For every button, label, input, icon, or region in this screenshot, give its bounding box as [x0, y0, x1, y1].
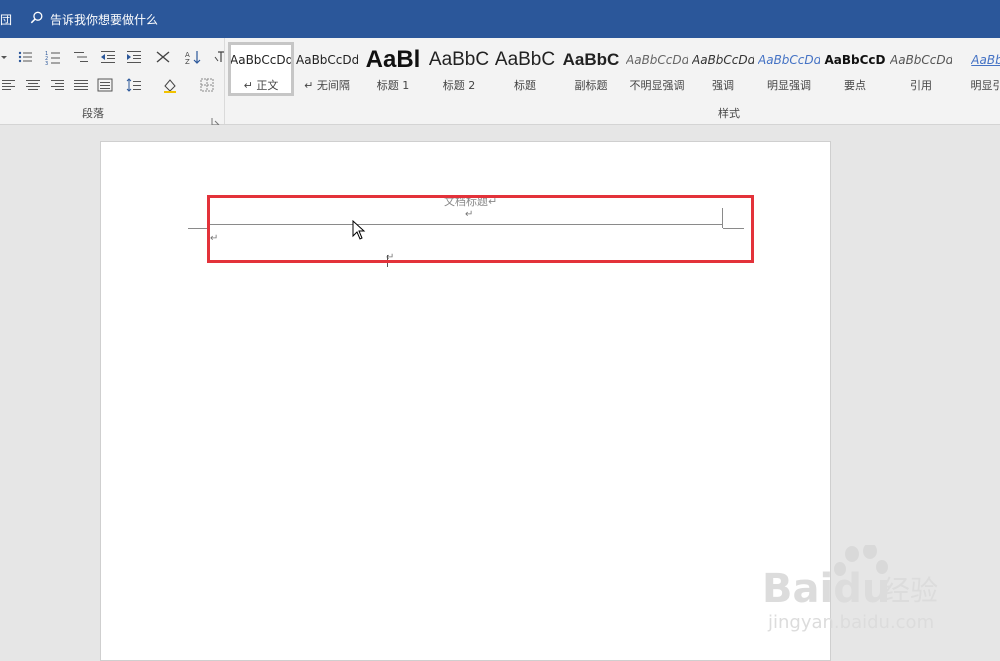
highlight-box	[207, 195, 754, 263]
baidu-watermark: Baidu 经验 jingyan.baidu.com	[760, 545, 960, 640]
style-sample: AaBbCcDd	[692, 45, 754, 75]
style-tile[interactable]: AaBl 标题 1	[360, 42, 426, 96]
ribbon: 123 AZ 段落 AaBbCcDd ↵ 正文 AaBbCcDd ↵ 无间隔 AaBl 标…	[0, 38, 1000, 125]
style-sample: AaBbC	[563, 45, 620, 75]
style-sample: AaBbCcD	[824, 45, 885, 75]
align-center-button[interactable]	[24, 75, 42, 95]
style-sample: AaBbC	[429, 45, 489, 75]
style-tile[interactable]: AaBbCcDd ↵ 正文	[228, 42, 294, 96]
style-sample: AaBbCcDd	[758, 45, 820, 75]
tab-fragment[interactable]: 団	[0, 11, 12, 28]
watermark-url: jingyan.baidu.com	[767, 612, 934, 633]
numbering-button[interactable]: 123	[42, 47, 64, 67]
style-name: 要点	[844, 77, 866, 93]
align-left-button[interactable]	[0, 75, 18, 95]
mouse-pointer-icon	[352, 220, 366, 240]
style-tile[interactable]: AaBbCcDd 引用	[888, 42, 954, 96]
style-sample: AaBb	[971, 45, 1000, 75]
baidu-paw-logo: Baidu 经验 jingyan.baidu.com	[760, 545, 960, 640]
style-name: 引用	[910, 77, 932, 93]
borders-button[interactable]	[192, 75, 222, 95]
style-sample: AaBbC	[495, 45, 555, 75]
paragraph-group: 123 AZ 段落	[0, 38, 225, 124]
style-name: 明显强调	[767, 77, 811, 93]
style-name: 副标题	[575, 77, 608, 93]
tell-me-search[interactable]: 告诉我你想要做什么	[30, 11, 158, 28]
chinese-layout-button[interactable]	[150, 47, 176, 67]
style-name: 标题	[514, 77, 536, 93]
multilevel-list-button[interactable]	[70, 47, 92, 67]
paragraph-group-label: 段落	[82, 105, 104, 121]
sort-button[interactable]: AZ	[182, 47, 204, 67]
style-tile[interactable]: AaBb 明显引	[954, 42, 1000, 96]
line-spacing-button[interactable]	[120, 75, 148, 95]
style-name: ↵ 正文	[244, 77, 279, 93]
style-sample: AaBbCcDd	[890, 45, 952, 75]
style-name: 标题 1	[377, 77, 410, 93]
header-margin-line-left	[188, 228, 209, 229]
style-name: 明显引	[971, 77, 1000, 93]
watermark-brand-cn: 经验	[882, 574, 938, 607]
align-right-button[interactable]	[48, 75, 66, 95]
style-tile[interactable]: AaBbCcDd 不明显强调	[624, 42, 690, 96]
styles-group-label: 样式	[718, 105, 740, 121]
svg-text:Z: Z	[185, 58, 190, 65]
search-icon	[30, 11, 44, 28]
style-tile[interactable]: AaBbCcD 要点	[822, 42, 888, 96]
bullets-button[interactable]	[14, 47, 36, 67]
decrease-indent-button[interactable]	[98, 47, 118, 67]
style-tile[interactable]: AaBbCcDd ↵ 无间隔	[294, 42, 360, 96]
style-sample: AaBbCcDd	[296, 45, 358, 75]
style-sample: AaBbCcDd	[626, 45, 688, 75]
dialog-launcher-icon[interactable]	[211, 111, 220, 120]
style-name: 强调	[712, 77, 734, 93]
title-bar: 団 告诉我你想要做什么	[0, 0, 1000, 38]
style-tile[interactable]: AaBbCcDd 强调	[690, 42, 756, 96]
style-name: ↵ 无间隔	[304, 77, 350, 93]
style-name: 标题 2	[443, 77, 476, 93]
svg-text:3: 3	[45, 61, 48, 65]
style-sample: AaBl	[366, 45, 421, 75]
distributed-button[interactable]	[96, 75, 114, 95]
dropdown-arrow-icon[interactable]	[0, 47, 8, 67]
justify-button[interactable]	[72, 75, 90, 95]
style-name: 不明显强调	[630, 77, 685, 93]
style-tile[interactable]: AaBbC 标题 2	[426, 42, 492, 96]
show-marks-button[interactable]	[210, 47, 228, 67]
tell-me-text[interactable]: 告诉我你想要做什么	[50, 11, 158, 28]
style-tile[interactable]: AaBbCcDd 明显强调	[756, 42, 822, 96]
style-sample: AaBbCcDd	[230, 45, 292, 75]
styles-group: AaBbCcDd ↵ 正文 AaBbCcDd ↵ 无间隔 AaBl 标题 1 AaBbC 标题…	[228, 38, 1000, 124]
increase-indent-button[interactable]	[124, 47, 144, 67]
style-tile[interactable]: AaBbC 副标题	[558, 42, 624, 96]
shading-button[interactable]	[154, 75, 186, 95]
style-tile[interactable]: AaBbC 标题	[492, 42, 558, 96]
watermark-brand: Baidu	[762, 566, 890, 612]
style-gallery: AaBbCcDd ↵ 正文 AaBbCcDd ↵ 无间隔 AaBl 标题 1 AaBbC 标题…	[228, 42, 1000, 96]
